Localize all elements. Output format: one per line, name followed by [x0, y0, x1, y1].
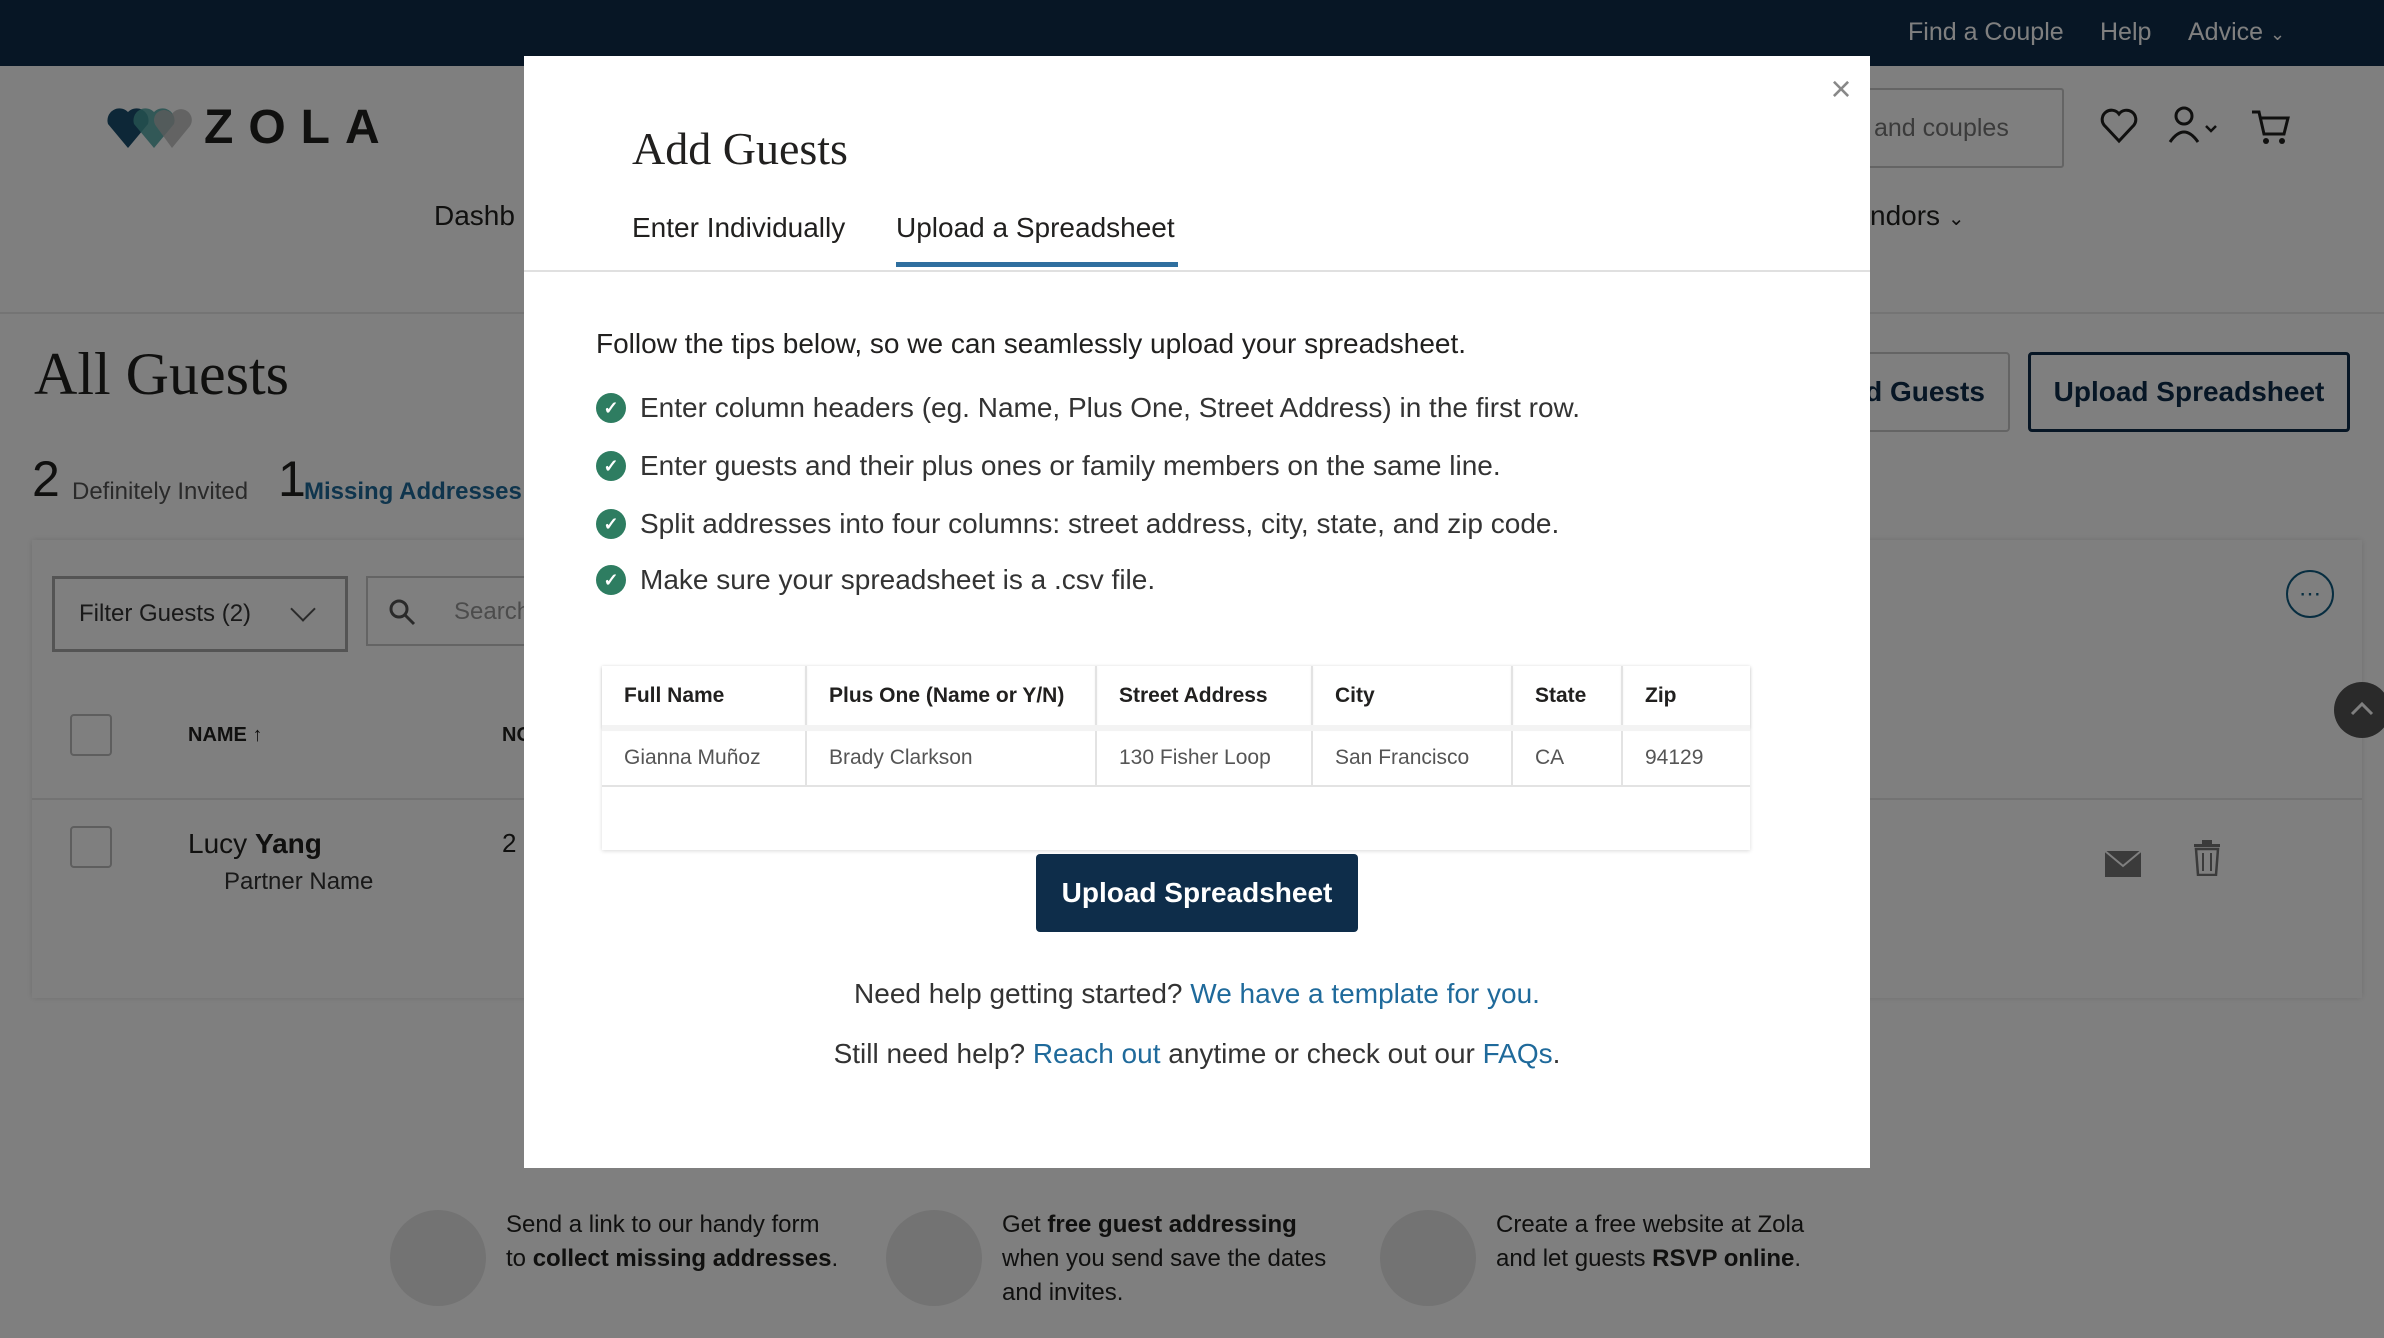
sample-cell-state: CA	[1512, 725, 1623, 787]
help-text: Need help getting started?	[854, 978, 1191, 1009]
faqs-link[interactable]: FAQs	[1483, 1038, 1553, 1069]
modal-title: Add Guests	[632, 123, 848, 174]
tip-item: ✓ Split addresses into four columns: str…	[596, 508, 1559, 540]
sample-header-zip: Zip	[1622, 666, 1750, 728]
tab-upload-spreadsheet[interactable]: Upload a Spreadsheet	[896, 212, 1175, 244]
sample-header-street-address: Street Address	[1096, 666, 1313, 728]
tips-heading: Follow the tips below, so we can seamles…	[596, 328, 1467, 359]
sample-spreadsheet-table: Full Name Plus One (Name or Y/N) Street …	[602, 666, 1750, 787]
close-icon[interactable]: ×	[1826, 71, 1856, 107]
template-link[interactable]: We have a template for you.	[1190, 978, 1540, 1009]
help-text: Still need help?	[833, 1038, 1033, 1069]
checkmark-icon: ✓	[596, 451, 626, 481]
sample-header-state: State	[1512, 666, 1623, 728]
checkmark-icon: ✓	[596, 393, 626, 423]
sample-header-row: Full Name Plus One (Name or Y/N) Street …	[602, 666, 1750, 728]
tip-text: Enter column headers (eg. Name, Plus One…	[640, 392, 1580, 423]
help-text: anytime or check out our	[1160, 1038, 1483, 1069]
active-tab-indicator	[896, 262, 1178, 267]
sample-header-city: City	[1312, 666, 1513, 728]
tip-text: Make sure your spreadsheet is a .csv fil…	[640, 564, 1156, 595]
help-line-support: Still need help? Reach out anytime or ch…	[524, 1038, 1870, 1070]
sample-cell-street-address: 130 Fisher Loop	[1096, 725, 1313, 787]
tabs-divider	[524, 270, 1870, 272]
checkmark-icon: ✓	[596, 565, 626, 595]
sample-cell-plus-one: Brady Clarkson	[806, 725, 1097, 787]
tip-item: ✓ Make sure your spreadsheet is a .csv f…	[596, 564, 1155, 596]
reach-out-link[interactable]: Reach out	[1033, 1038, 1161, 1069]
sample-table-container: Full Name Plus One (Name or Y/N) Street …	[602, 666, 1750, 850]
add-guests-modal: × Add Guests Enter Individually Upload a…	[524, 56, 1870, 1168]
tip-item: ✓ Enter column headers (eg. Name, Plus O…	[596, 392, 1580, 424]
tip-text: Split addresses into four columns: stree…	[640, 508, 1560, 539]
sample-cell-full-name: Gianna Muñoz	[602, 725, 807, 787]
sample-header-plus-one: Plus One (Name or Y/N)	[806, 666, 1097, 728]
sample-cell-zip: 94129	[1622, 725, 1750, 787]
sample-cell-city: San Francisco	[1312, 725, 1513, 787]
tip-text: Enter guests and their plus ones or fami…	[640, 450, 1501, 481]
tip-item: ✓ Enter guests and their plus ones or fa…	[596, 450, 1501, 482]
sample-data-row: Gianna Muñoz Brady Clarkson 130 Fisher L…	[602, 725, 1750, 787]
help-text: .	[1552, 1038, 1561, 1069]
upload-spreadsheet-button[interactable]: Upload Spreadsheet	[1036, 854, 1358, 932]
sample-header-full-name: Full Name	[602, 666, 807, 728]
tab-enter-individually[interactable]: Enter Individually	[632, 212, 845, 244]
help-line-template: Need help getting started? We have a tem…	[524, 978, 1870, 1010]
checkmark-icon: ✓	[596, 509, 626, 539]
